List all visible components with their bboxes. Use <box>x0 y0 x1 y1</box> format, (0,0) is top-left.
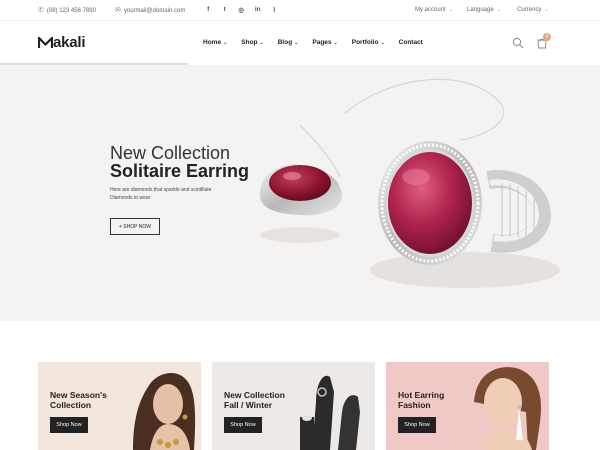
banner-new-season[interactable]: New Season's Collection Shop Now <box>38 362 201 450</box>
social-links: f t ◎ in ⌇ <box>200 6 283 14</box>
nav-contact-label: Contact <box>398 39 423 46</box>
hero-shop-now-button[interactable]: + SHOP NOW <box>110 218 160 235</box>
banner-title: Hot Earring Fashion <box>398 390 444 410</box>
phone-number: (08) 123 456 7890 <box>46 7 96 14</box>
banner-title-line2: Collection <box>50 400 92 410</box>
currency-label: Currency <box>517 7 542 13</box>
banner-hot-earring[interactable]: Hot Earring Fashion Shop Now <box>386 362 549 450</box>
chevron-down-icon: ⌄ <box>259 39 264 46</box>
nav-home[interactable]: Home ⌄ <box>203 39 227 46</box>
chevron-down-icon: ⌄ <box>544 7 549 13</box>
chevron-down-icon: ⌄ <box>294 39 299 46</box>
mail-icon: ✉ <box>115 7 121 14</box>
hero-slider: New Collection Solitaire Earring Here ar… <box>0 65 600 321</box>
nav-portfolio-label: Portfolio <box>351 39 379 46</box>
banner-fall-winter[interactable]: New Collection Fall / Winter Shop Now <box>212 362 375 450</box>
email-contact[interactable]: ✉ yourmail@domain.com <box>115 7 185 14</box>
banner-title-line2: Fashion <box>398 400 431 410</box>
chevron-down-icon: ⌄ <box>496 7 501 13</box>
nav-shop[interactable]: Shop ⌄ <box>241 39 263 46</box>
top-bar: ✆ (08) 123 456 7890 ✉ yourmail@domain.co… <box>0 0 600 21</box>
nav-blog-label: Blog <box>277 39 293 46</box>
site-logo[interactable]: akali <box>38 34 86 51</box>
language-dropdown[interactable]: Language ⌄ <box>467 7 501 13</box>
facebook-icon[interactable]: f <box>200 6 217 14</box>
banner-shop-now-button[interactable]: Shop Now <box>398 417 436 433</box>
nav-portfolio[interactable]: Portfolio ⌄ <box>352 39 385 46</box>
banner-shop-now-button[interactable]: Shop Now <box>224 417 262 433</box>
chevron-down-icon: ⌄ <box>333 39 338 46</box>
language-label: Language <box>467 7 494 13</box>
nav-home-label: Home <box>203 39 222 46</box>
hero-title-line2: Solitaire Earring <box>110 161 250 181</box>
nav-shop-label: Shop <box>241 39 258 46</box>
chevron-down-icon: ⌄ <box>380 39 385 46</box>
banner-title: New Season's Collection <box>50 390 107 410</box>
nav-blog[interactable]: Blog ⌄ <box>278 39 299 46</box>
instagram-icon[interactable]: ◎ <box>233 6 250 14</box>
currency-dropdown[interactable]: Currency ⌄ <box>517 7 549 13</box>
email-address: yourmail@domain.com <box>123 7 186 14</box>
nav-pages-label: Pages <box>312 39 332 46</box>
cart-count-badge: 0 <box>543 33 551 41</box>
banner-title: New Collection Fall / Winter <box>224 390 285 410</box>
twitter-icon[interactable]: t <box>217 6 234 14</box>
banner-title-line1: New Collection <box>224 390 285 400</box>
logo-m-mark <box>38 36 53 48</box>
chevron-down-icon: ⌄ <box>223 39 228 46</box>
hero-description: Here are diamonds that sparkle and scint… <box>110 187 212 201</box>
nav-contact[interactable]: Contact <box>399 39 423 46</box>
search-icon[interactable] <box>512 37 524 49</box>
main-header: akali Home ⌄ Shop ⌄ Blog ⌄ Pages ⌄ Portfolio… <box>0 21 600 65</box>
nav-pages[interactable]: Pages ⌄ <box>312 39 337 46</box>
hero-jewelry-image <box>260 78 560 288</box>
account-dropdown[interactable]: My account ⌄ <box>415 7 453 13</box>
account-label: My account <box>415 7 446 13</box>
banner-title-line1: Hot Earring <box>398 390 445 400</box>
phone-contact[interactable]: ✆ (08) 123 456 7890 <box>38 7 96 14</box>
logo-text: akali <box>53 34 86 51</box>
banner-title-line2: Fall / Winter <box>224 400 273 410</box>
banner-shop-now-button[interactable]: Shop Now <box>50 417 88 433</box>
main-nav: Home ⌄ Shop ⌄ Blog ⌄ Pages ⌄ Portfolio ⌄ Cont… <box>203 39 437 46</box>
rss-icon[interactable]: ⌇ <box>266 6 283 14</box>
banner-title-line1: New Season's <box>50 390 107 400</box>
phone-icon: ✆ <box>38 7 44 14</box>
chevron-down-icon: ⌄ <box>448 7 453 13</box>
linkedin-icon[interactable]: in <box>250 6 267 14</box>
